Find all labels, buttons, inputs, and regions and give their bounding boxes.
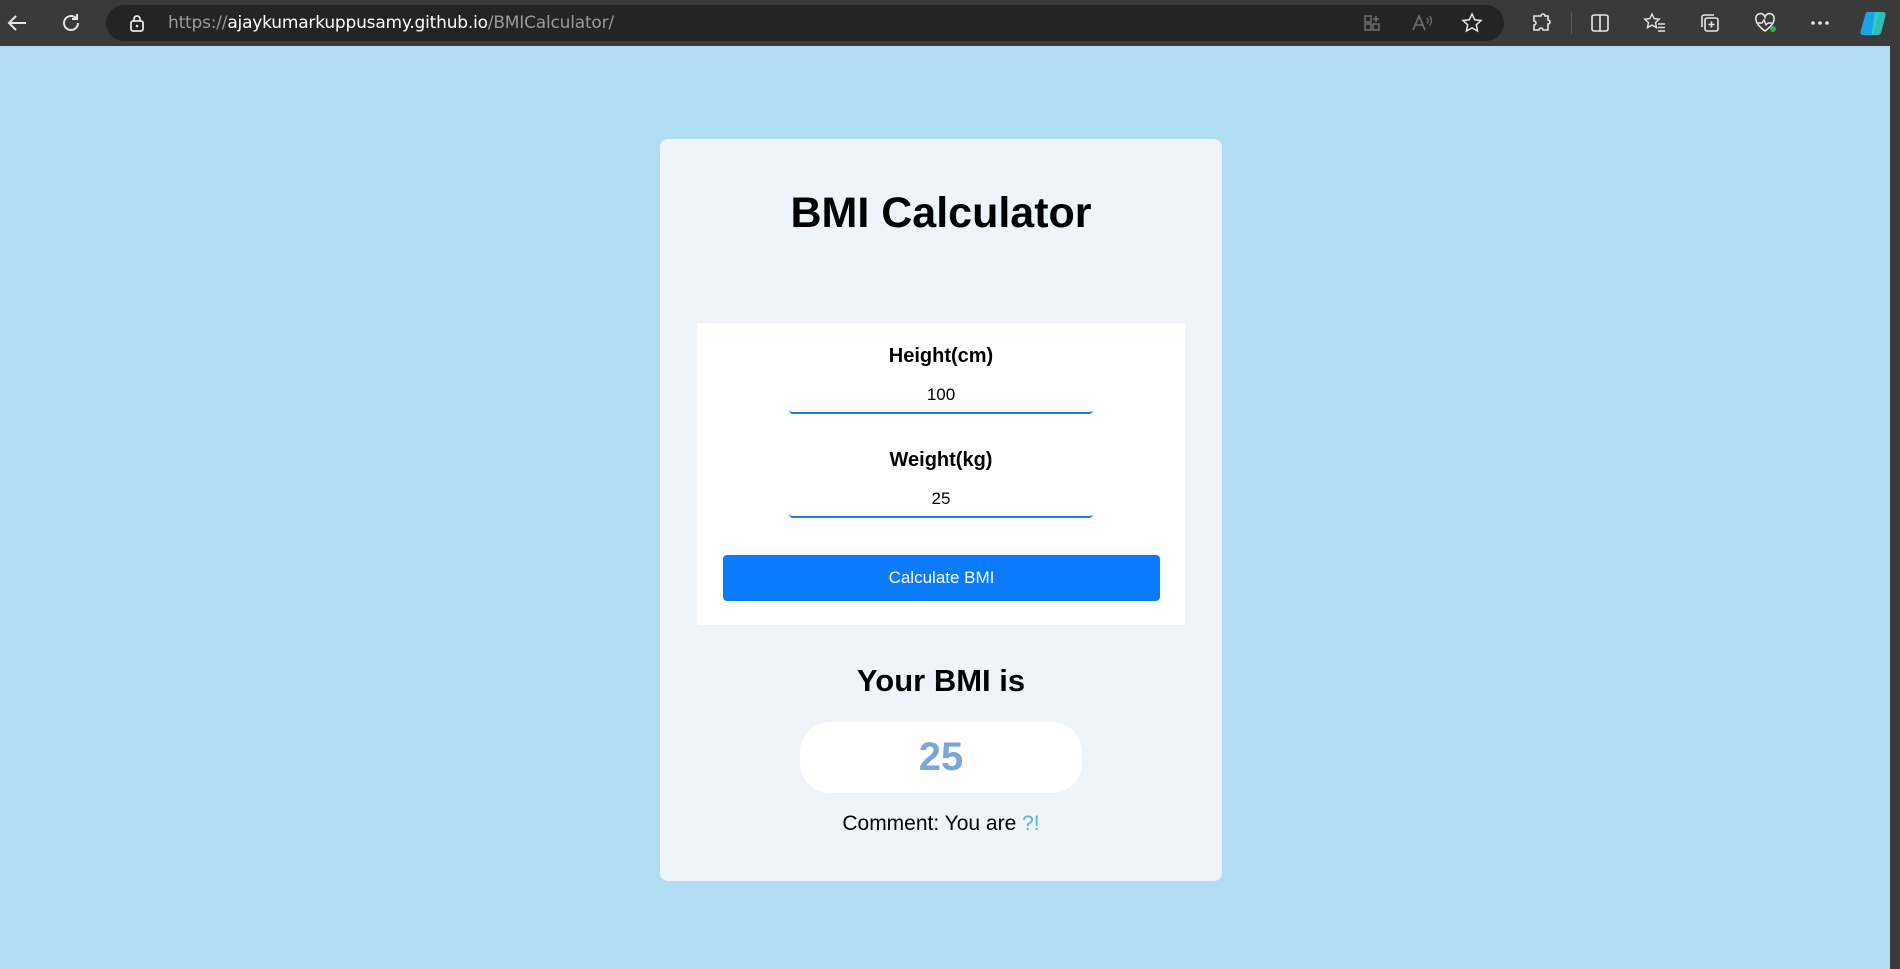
toolbar-divider [1571, 12, 1572, 34]
url-host: ajaykumarkuppusamy.github.io [227, 13, 488, 33]
lock-icon [128, 14, 146, 32]
calculate-bmi-button[interactable]: Calculate BMI [723, 555, 1160, 601]
comment-prefix: Comment: You are [842, 812, 1023, 835]
weight-input[interactable] [789, 482, 1093, 518]
more-options-icon[interactable] [1803, 6, 1837, 40]
back-arrow-icon [7, 15, 26, 31]
address-bar[interactable]: https://ajaykumarkuppusamy.github.io/BMI… [106, 5, 1504, 41]
window-edge [1890, 46, 1900, 969]
refresh-icon [63, 14, 79, 31]
app-available-icon[interactable] [1360, 11, 1384, 35]
copilot-icon[interactable] [1857, 6, 1891, 40]
page-viewport: BMI Calculator Height(cm) Weight(kg) Cal… [0, 46, 1890, 969]
url-prefix: https:// [168, 13, 228, 33]
favorite-star-icon[interactable] [1460, 11, 1484, 35]
height-input[interactable] [789, 378, 1093, 414]
extensions-icon[interactable] [1524, 6, 1558, 40]
browser-essentials-icon[interactable] [1748, 6, 1782, 40]
bmi-result-value: 25 [800, 722, 1082, 793]
height-label: Height(cm) [888, 345, 994, 367]
weight-label: Weight(kg) [889, 449, 993, 471]
url-text[interactable]: https://ajaykumarkuppusamy.github.io/BMI… [168, 13, 614, 33]
bmi-comment: Comment: You are ?! [660, 812, 1222, 836]
result-heading: Your BMI is [856, 663, 1026, 698]
collections-icon[interactable] [1693, 6, 1727, 40]
favorites-icon[interactable] [1638, 6, 1672, 40]
back-button[interactable] [0, 6, 34, 40]
split-screen-icon[interactable] [1583, 6, 1617, 40]
bmi-calculator-card: BMI Calculator Height(cm) Weight(kg) Cal… [660, 139, 1222, 881]
read-aloud-icon[interactable] [1410, 11, 1434, 35]
bmi-form: Height(cm) Weight(kg) Calculate BMI [697, 323, 1185, 625]
page-title: BMI Calculator [790, 189, 1092, 237]
refresh-button[interactable] [54, 6, 88, 40]
browser-toolbar: https://ajaykumarkuppusamy.github.io/BMI… [0, 0, 1900, 46]
comment-status: ?! [1022, 812, 1040, 835]
url-path: /BMICalculator/ [487, 13, 614, 33]
